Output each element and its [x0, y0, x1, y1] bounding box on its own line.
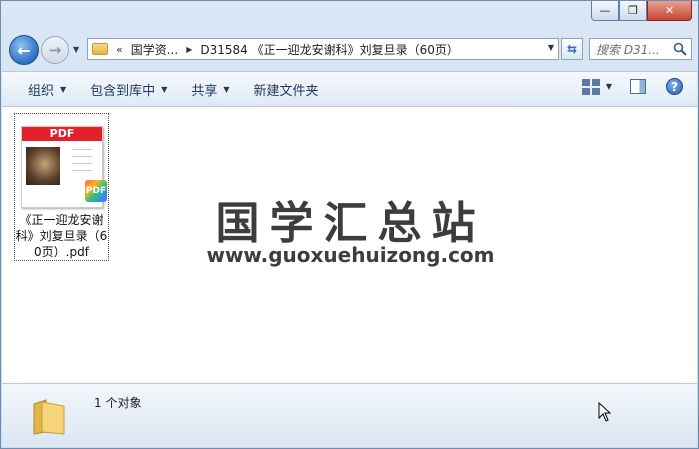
toolbar-right-group: ▼ ? — [581, 78, 683, 95]
include-in-library-button[interactable]: 包含到库中 ▼ — [86, 77, 171, 101]
breadcrumb-item-current[interactable]: D31584 《正一迎龙安谢科》刘复旦录（60页） — [200, 41, 459, 58]
refresh-button[interactable]: ⇆ — [561, 38, 583, 60]
back-button[interactable]: ← — [9, 35, 39, 65]
help-icon[interactable]: ? — [666, 78, 683, 95]
folder-icon — [33, 399, 65, 435]
cover-image — [26, 147, 60, 185]
watermark-url: www.guoxuehuizong.com — [206, 243, 495, 267]
forward-button[interactable]: → — [41, 36, 69, 64]
breadcrumb-item[interactable]: 国学资... — [131, 41, 178, 58]
caption-buttons: — ❐ ✕ — [591, 1, 692, 21]
new-folder-label: 新建文件夹 — [253, 83, 319, 99]
file-list-area[interactable]: PDF PDF 《正一迎龙安谢科》刘复旦录（60页）.pdf 国学汇总站 www… — [2, 107, 697, 383]
preview-pane-icon[interactable] — [630, 79, 646, 94]
pdf-banner: PDF — [22, 127, 102, 141]
search-icon[interactable] — [673, 42, 687, 56]
chevron-down-icon: ▼ — [60, 84, 67, 94]
address-bar[interactable]: « 国学资... ▶ D31584 《正一迎龙安谢科》刘复旦录（60页） ▼ — [87, 38, 559, 60]
address-dropdown-icon[interactable]: ▼ — [548, 43, 554, 52]
search-placeholder: 搜索 D31... — [596, 42, 660, 57]
maximize-button[interactable]: ❐ — [619, 1, 647, 21]
view-options-chevron-icon[interactable]: ▼ — [606, 82, 612, 91]
organize-label: 组织 — [28, 83, 55, 99]
breadcrumb-separator-icon[interactable]: ▶ — [186, 45, 192, 54]
explorer-window: — ❐ ✕ ← → ▼ « 国学资... ▶ D31584 《正一迎龙安谢科》刘… — [0, 0, 699, 449]
mouse-cursor-icon — [598, 402, 612, 422]
chevron-down-icon: ▼ — [161, 84, 168, 94]
share-button[interactable]: 共享 ▼ — [187, 77, 233, 101]
recent-pages-arrow-icon[interactable]: ▼ — [73, 45, 79, 54]
watermark-title: 国学汇总站 — [215, 198, 486, 249]
close-button[interactable]: ✕ — [647, 1, 692, 21]
minimize-button[interactable]: — — [591, 1, 619, 21]
command-bar: 组织 ▼ 包含到库中 ▼ 共享 ▼ 新建文件夹 ▼ ? — [2, 71, 697, 107]
share-label: 共享 — [191, 83, 218, 99]
organize-button[interactable]: 组织 ▼ — [24, 77, 70, 101]
breadcrumb-overflow-icon[interactable]: « — [116, 43, 123, 56]
change-view-icon[interactable] — [581, 78, 600, 95]
new-folder-button[interactable]: 新建文件夹 — [250, 77, 323, 101]
refresh-icon: ⇆ — [566, 42, 578, 56]
item-count: 1 个对象 — [94, 396, 142, 410]
chevron-down-icon: ▼ — [223, 84, 230, 94]
status-bar: 1 个对象 — [2, 383, 697, 447]
folder-icon — [92, 43, 108, 55]
search-input[interactable]: 搜索 D31... — [589, 38, 692, 60]
include-in-library-label: 包含到库中 — [90, 83, 156, 99]
navigation-row: ← → ▼ « 国学资... ▶ D31584 《正一迎龙安谢科》刘复旦录（60… — [9, 35, 692, 65]
